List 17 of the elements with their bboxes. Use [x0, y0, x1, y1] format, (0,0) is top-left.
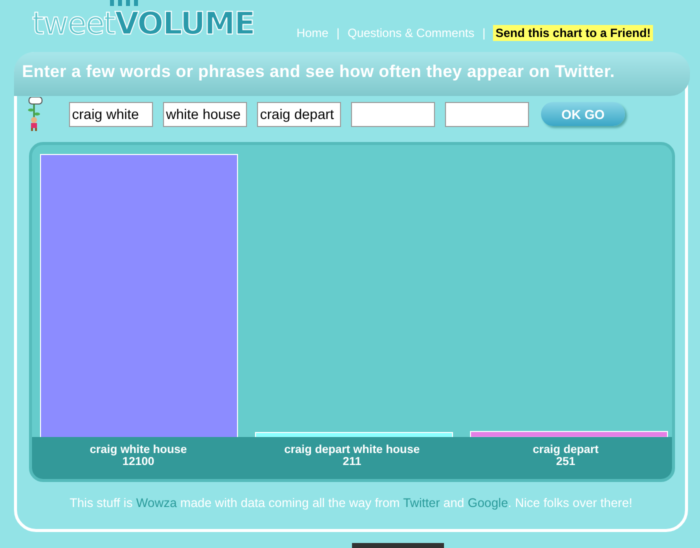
input-field[interactable]: craig white — [69, 102, 153, 126]
category-label: craig white house — [88, 444, 188, 456]
category-label: craig depart — [532, 444, 600, 456]
value-label: 211 — [342, 456, 362, 468]
footer-text: This stuff is Wowza made with data coming all the way from Twitter and Google. Nice folks over there! — [68, 496, 634, 510]
input-field[interactable] — [445, 102, 529, 126]
figure-icon — [25, 97, 43, 131]
category-label: craig depart white house — [283, 444, 421, 456]
value-label: 12100 — [121, 456, 156, 468]
input-field[interactable] — [351, 102, 435, 126]
nav-separator: | — [336, 26, 340, 40]
value-label: 251 — [555, 456, 576, 468]
nav-separator: | — [482, 26, 486, 40]
input-field[interactable]: white house — [163, 102, 247, 126]
banner-heading: Enter a few words or phrases and see how often they appear on Twitter. — [14, 52, 690, 96]
input-field[interactable]: craig depart — [257, 102, 341, 126]
send-link[interactable]: Send this chart to a Friend! — [493, 25, 653, 41]
